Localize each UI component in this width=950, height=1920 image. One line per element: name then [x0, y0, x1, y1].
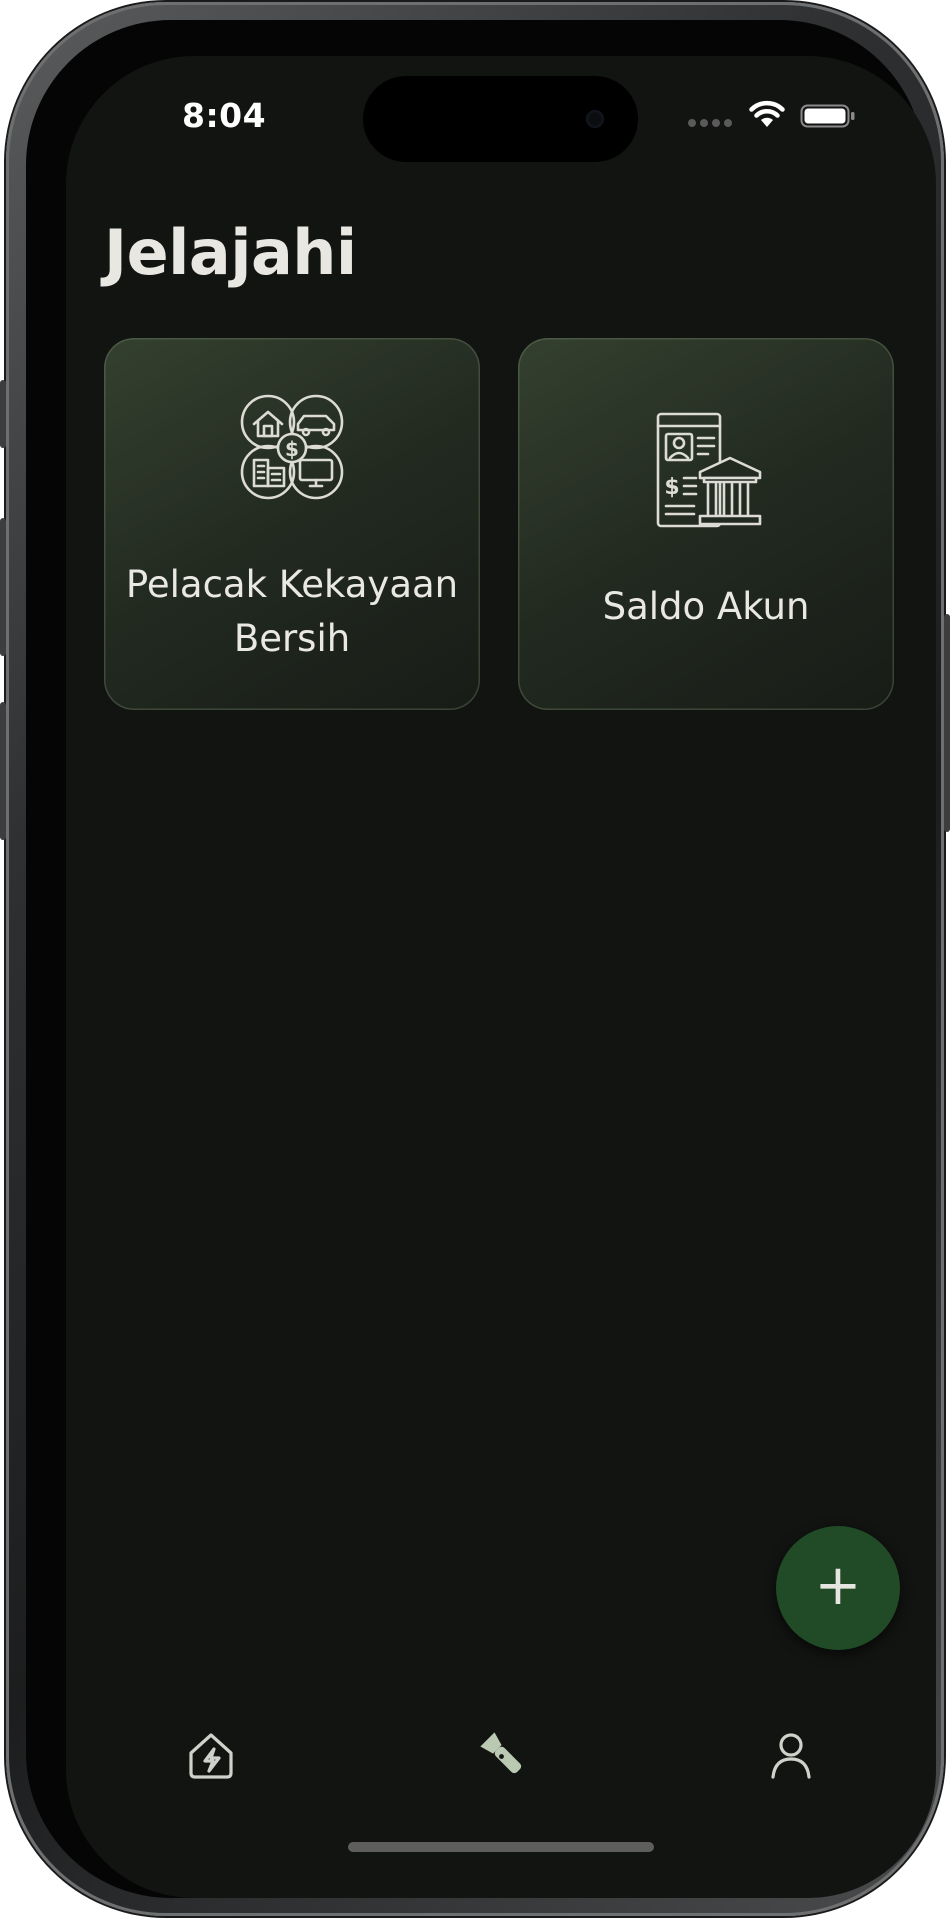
volume-up-button	[0, 518, 6, 656]
account-balance-card[interactable]: $ Saldo Akun	[518, 338, 894, 710]
power-button	[944, 614, 950, 832]
net-worth-tracker-card[interactable]: $ Pelacak Kekayaan Bersih	[104, 338, 480, 710]
battery-icon	[800, 104, 855, 128]
volume-down-button	[0, 702, 6, 840]
svg-text:$: $	[285, 437, 299, 461]
nav-home[interactable]	[176, 1720, 246, 1790]
phone-frame: 8:04 Jelajahi $ Pelacak Kekayaan Bersih …	[0, 2, 950, 1916]
card-label: Saldo Akun	[602, 585, 810, 628]
card-label: Pelacak Kekayaan Bersih	[125, 563, 459, 660]
status-time: 8:04	[182, 96, 267, 135]
user-icon	[771, 1733, 811, 1779]
bank-account-statement-icon: $	[656, 412, 762, 528]
phone-bezel: 8:04 Jelajahi $ Pelacak Kekayaan Bersih …	[26, 20, 936, 1898]
nav-explore[interactable]	[468, 1720, 538, 1790]
screen: 8:04 Jelajahi $ Pelacak Kekayaan Bersih …	[66, 56, 936, 1898]
home-indicator[interactable]	[348, 1842, 654, 1852]
wifi-icon	[749, 100, 785, 127]
camera-icon	[586, 110, 604, 128]
dynamic-island	[363, 76, 638, 162]
plus-icon: +	[814, 1553, 862, 1618]
action-button	[0, 380, 6, 448]
flashlight-icon	[480, 1732, 522, 1774]
home-bolt-icon	[189, 1733, 233, 1779]
nav-profile[interactable]	[756, 1720, 826, 1790]
page-title: Jelajahi	[104, 216, 357, 289]
cellular-signal-icon	[688, 119, 732, 127]
svg-text:$: $	[664, 475, 679, 500]
net-worth-assets-icon: $	[240, 394, 344, 500]
add-button[interactable]: +	[776, 1526, 900, 1650]
